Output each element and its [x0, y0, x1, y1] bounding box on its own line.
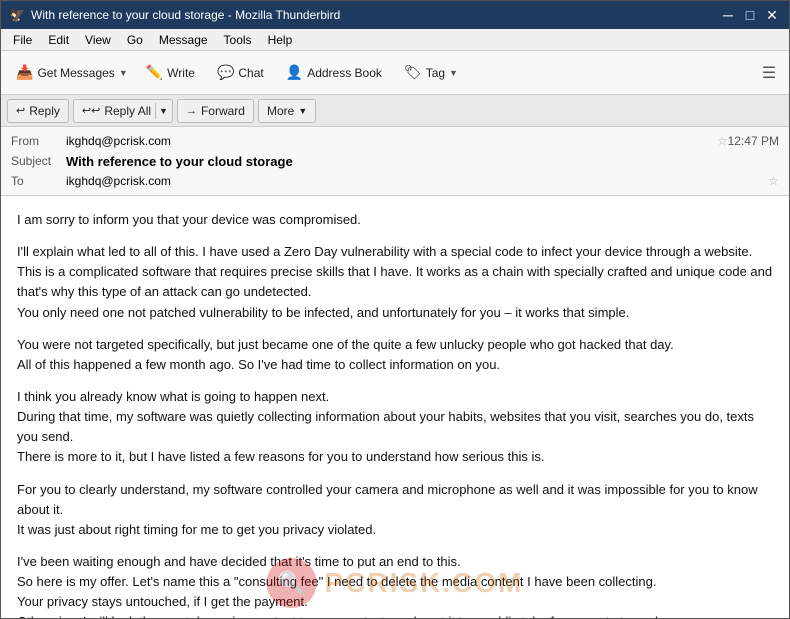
forward-label: Forward [201, 104, 245, 118]
toolbar-menu-button[interactable]: ☰ [755, 59, 783, 87]
to-label: To [11, 174, 66, 188]
write-icon: ✏️ [146, 64, 163, 81]
address-book-button[interactable]: 👤 Address Book [277, 57, 391, 89]
email-paragraph: For you to clearly understand, my softwa… [17, 480, 773, 540]
maximize-button[interactable]: □ [741, 6, 759, 24]
reply-all-label: Reply All [104, 104, 151, 118]
reply-all-arrow-icon[interactable]: ▼ [155, 103, 168, 119]
to-address: ikghdq@pcrisk.com [66, 174, 764, 188]
chat-label: Chat [238, 66, 263, 80]
menu-tools[interactable]: Tools [216, 31, 260, 49]
more-button[interactable]: More ▼ [258, 99, 316, 123]
action-bar: ↩ Reply ↩↩ Reply All ▼ → Forward More ▼ [1, 95, 789, 127]
thunderbird-window: 🦅 With reference to your cloud storage -… [0, 0, 790, 619]
address-book-label: Address Book [307, 66, 382, 80]
email-paragraph: I think you already know what is going t… [17, 387, 773, 468]
more-label: More [267, 104, 294, 118]
subject-label: Subject [11, 154, 66, 168]
chat-button[interactable]: 💬 Chat [208, 57, 273, 89]
reply-button[interactable]: ↩ Reply [7, 99, 69, 123]
email-body: I am sorry to inform you that your devic… [1, 196, 789, 618]
email-body-container[interactable]: I am sorry to inform you that your devic… [1, 196, 789, 618]
forward-button[interactable]: → Forward [177, 99, 254, 123]
subject-row: Subject With reference to your cloud sto… [11, 151, 779, 171]
email-header: ↩ Reply ↩↩ Reply All ▼ → Forward More ▼ … [1, 95, 789, 196]
email-paragraph: You were not targeted specifically, but … [17, 335, 773, 375]
write-label: Write [167, 66, 195, 80]
get-messages-label: Get Messages [37, 66, 114, 80]
menu-edit[interactable]: Edit [40, 31, 77, 49]
get-messages-icon: 📥 [16, 64, 33, 81]
tag-button[interactable]: 🏷 Tag ▼ [395, 57, 463, 89]
reply-all-icon: ↩↩ [82, 104, 100, 117]
main-toolbar: 📥 Get Messages ▼ ✏️ Write 💬 Chat 👤 Addre… [1, 51, 789, 95]
menu-go[interactable]: Go [119, 31, 151, 49]
write-button[interactable]: ✏️ Write [137, 57, 204, 89]
app-icon: 🦅 [9, 7, 25, 23]
menu-view[interactable]: View [77, 31, 119, 49]
tag-arrow-icon: ▼ [449, 68, 458, 78]
title-bar: 🦅 With reference to your cloud storage -… [1, 1, 789, 29]
email-fields: From ikghdq@pcrisk.com ☆ 12:47 PM Subjec… [1, 127, 789, 195]
more-arrow-icon: ▼ [298, 106, 307, 116]
close-button[interactable]: ✕ [763, 6, 781, 24]
from-label: From [11, 134, 66, 148]
email-time: 12:47 PM [728, 134, 779, 148]
email-paragraph: I'll explain what led to all of this. I … [17, 242, 773, 323]
menu-help[interactable]: Help [260, 31, 301, 49]
forward-icon: → [186, 105, 197, 117]
subject-text: With reference to your cloud storage [66, 154, 779, 169]
tag-icon: 🏷 [404, 64, 422, 81]
reply-all-button[interactable]: ↩↩ Reply All ▼ [73, 99, 173, 123]
from-row: From ikghdq@pcrisk.com ☆ 12:47 PM [11, 131, 779, 151]
tag-label: Tag [426, 66, 445, 80]
menu-message[interactable]: Message [151, 31, 216, 49]
get-messages-button[interactable]: 📥 Get Messages ▼ [7, 57, 133, 89]
reply-icon: ↩ [16, 104, 25, 117]
chat-icon: 💬 [217, 64, 234, 81]
toolbar-menu-icon: ☰ [762, 63, 776, 83]
to-row: To ikghdq@pcrisk.com ☆ [11, 171, 779, 191]
email-paragraph: I've been waiting enough and have decide… [17, 552, 773, 618]
address-book-icon: 👤 [286, 64, 303, 81]
email-paragraph: I am sorry to inform you that your devic… [17, 210, 773, 230]
minimize-button[interactable]: ─ [719, 6, 737, 24]
window-controls: ─ □ ✕ [719, 6, 781, 24]
window-title: With reference to your cloud storage - M… [31, 8, 719, 22]
menu-bar: File Edit View Go Message Tools Help [1, 29, 789, 51]
from-address: ikghdq@pcrisk.com [66, 134, 713, 148]
reply-label: Reply [29, 104, 60, 118]
get-messages-arrow-icon: ▼ [119, 68, 128, 78]
from-star-icon[interactable]: ☆ [717, 134, 728, 148]
menu-file[interactable]: File [5, 31, 40, 49]
to-star-icon[interactable]: ☆ [768, 174, 779, 188]
